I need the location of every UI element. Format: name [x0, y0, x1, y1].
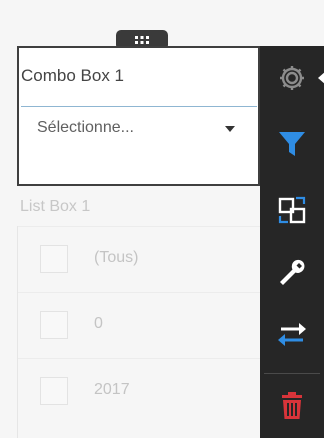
gear-icon	[280, 66, 304, 90]
swap-visual-button[interactable]	[260, 188, 324, 232]
list-item-label: 0	[94, 315, 103, 332]
list-box-title: List Box 1	[20, 198, 91, 215]
caret-down-icon	[225, 126, 235, 132]
list-item[interactable]: 0	[18, 292, 261, 358]
exchange-button[interactable]	[260, 312, 324, 356]
list-item-label: (Tous)	[94, 249, 139, 266]
combo-box-title: Combo Box 1	[21, 66, 124, 85]
list-box[interactable]: (Tous) 0 2017	[17, 226, 261, 438]
settings-button[interactable]	[260, 58, 324, 98]
trash-icon	[282, 392, 302, 419]
collapse-arrow-icon	[318, 72, 324, 84]
list-item-checkbox[interactable]	[40, 377, 68, 405]
arrows-exchange-icon	[278, 323, 306, 346]
object-toolbar	[260, 46, 324, 438]
wrench-icon	[280, 259, 305, 285]
format-button[interactable]	[260, 250, 324, 294]
swap-boxes-icon	[278, 196, 306, 224]
combo-box[interactable]: Combo Box 1 Sélectionne...	[17, 46, 260, 186]
list-item[interactable]: (Tous)	[18, 226, 261, 292]
list-item-checkbox[interactable]	[40, 311, 68, 339]
list-item-checkbox[interactable]	[40, 245, 68, 273]
grip-dots-icon	[135, 36, 149, 44]
toolbar-divider	[264, 373, 320, 374]
delete-button[interactable]	[260, 384, 324, 428]
dashboard-canvas: Combo Box 1 Sélectionne... List Box 1 (T…	[0, 0, 324, 438]
combo-select-value: Sélectionne...	[37, 119, 134, 136]
combo-select-dropdown[interactable]: Sélectionne...	[21, 106, 257, 150]
filter-button[interactable]	[260, 122, 324, 166]
filter-icon	[279, 132, 305, 156]
list-item[interactable]: 2017	[18, 358, 261, 424]
list-item-label: 2017	[94, 381, 130, 398]
